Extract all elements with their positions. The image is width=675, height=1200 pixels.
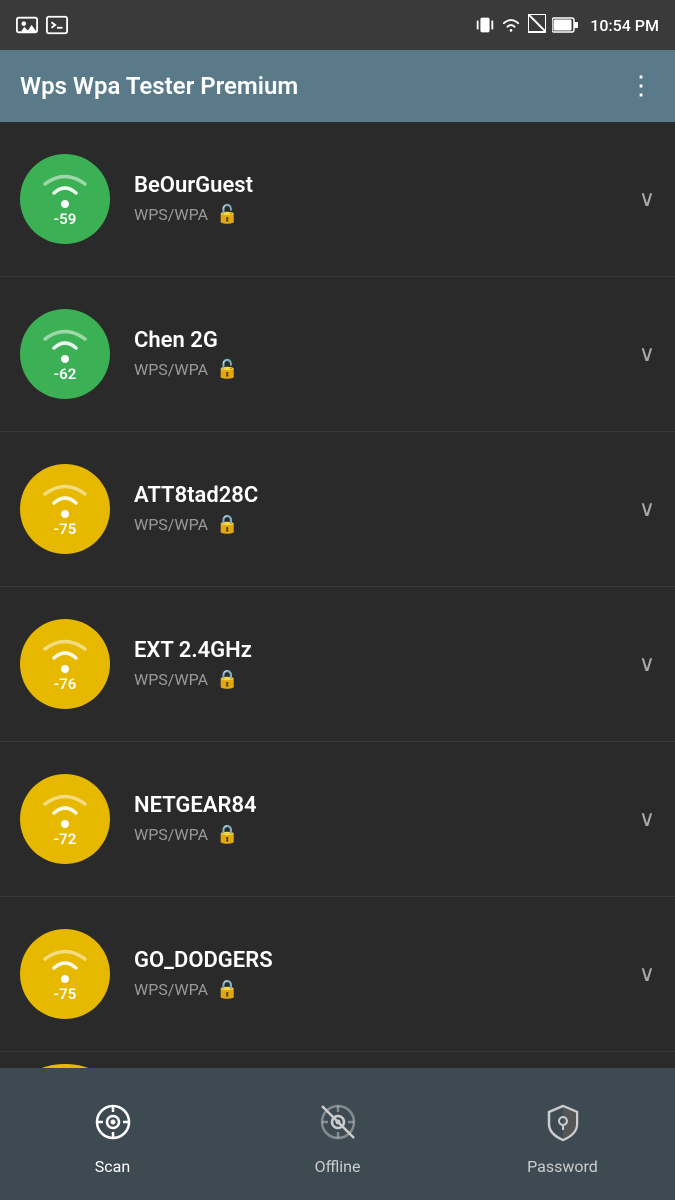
photo-icon bbox=[16, 14, 38, 36]
network-name: Chen 2G bbox=[134, 328, 629, 353]
expand-chevron[interactable]: ∨ bbox=[639, 187, 655, 212]
security-type: WPS/WPA bbox=[134, 515, 208, 534]
battery-icon bbox=[552, 17, 578, 33]
expand-chevron[interactable]: ∨ bbox=[639, 652, 655, 677]
expand-chevron[interactable]: ∨ bbox=[639, 807, 655, 832]
network-item[interactable]: -75 GO_DODGERS WPS/WPA 🔒 ∨ bbox=[0, 897, 675, 1052]
network-signal-indicator: -75 bbox=[20, 929, 110, 1019]
network-signal-indicator: -75 bbox=[20, 464, 110, 554]
wifi-icon bbox=[39, 321, 91, 365]
nav-scan[interactable]: Scan bbox=[0, 1092, 225, 1176]
lock-icon: 🔒 bbox=[216, 514, 238, 535]
network-type: WPS/WPA 🔒 bbox=[134, 979, 629, 1000]
bottom-navigation: Scan Offline Pas bbox=[0, 1068, 675, 1200]
network-list: -59 BeOurGuest WPS/WPA 🔓 ∨ -62 Chen 2G bbox=[0, 122, 675, 1132]
scan-icon bbox=[93, 1102, 133, 1151]
network-item[interactable]: -72 NETGEAR84 WPS/WPA 🔒 ∨ bbox=[0, 742, 675, 897]
signal-strength: -75 bbox=[54, 985, 77, 1003]
wifi-icon bbox=[39, 941, 91, 985]
nav-offline-label: Offline bbox=[315, 1157, 361, 1176]
status-bar: 10:54 PM bbox=[0, 0, 675, 50]
expand-chevron[interactable]: ∨ bbox=[639, 342, 655, 367]
security-type: WPS/WPA bbox=[134, 205, 208, 224]
network-type: WPS/WPA 🔓 bbox=[134, 359, 629, 380]
shield-icon bbox=[543, 1102, 583, 1142]
expand-chevron[interactable]: ∨ bbox=[639, 497, 655, 522]
nav-scan-label: Scan bbox=[95, 1157, 130, 1176]
more-options-button[interactable]: ⋮ bbox=[628, 71, 655, 101]
terminal-icon bbox=[46, 14, 68, 36]
wifi-status-icon bbox=[500, 16, 522, 34]
offline-wifi-icon bbox=[318, 1102, 358, 1142]
network-name: EXT 2.4GHz bbox=[134, 638, 629, 663]
network-item[interactable]: -62 Chen 2G WPS/WPA 🔓 ∨ bbox=[0, 277, 675, 432]
lock-icon: 🔒 bbox=[216, 979, 238, 1000]
network-item[interactable]: -76 EXT 2.4GHz WPS/WPA 🔒 ∨ bbox=[0, 587, 675, 742]
wifi-icon bbox=[39, 476, 91, 520]
network-item[interactable]: -59 BeOurGuest WPS/WPA 🔓 ∨ bbox=[0, 122, 675, 277]
network-info: GO_DODGERS WPS/WPA 🔒 bbox=[134, 948, 629, 1000]
app-title: Wps Wpa Tester Premium bbox=[20, 72, 628, 100]
network-name: BeOurGuest bbox=[134, 173, 629, 198]
network-signal-indicator: -62 bbox=[20, 309, 110, 399]
security-type: WPS/WPA bbox=[134, 360, 208, 379]
lock-icon: 🔒 bbox=[216, 669, 238, 690]
lock-icon: 🔒 bbox=[216, 824, 238, 845]
network-type: WPS/WPA 🔓 bbox=[134, 204, 629, 225]
signal-strength: -76 bbox=[54, 675, 77, 693]
wifi-icon bbox=[39, 631, 91, 675]
lock-icon: 🔓 bbox=[216, 359, 238, 380]
network-type: WPS/WPA 🔒 bbox=[134, 824, 629, 845]
network-name: NETGEAR84 bbox=[134, 793, 629, 818]
network-signal-indicator: -72 bbox=[20, 774, 110, 864]
wifi-icon bbox=[39, 166, 91, 210]
app-bar: Wps Wpa Tester Premium ⋮ bbox=[0, 50, 675, 122]
lock-icon: 🔓 bbox=[216, 204, 238, 225]
security-type: WPS/WPA bbox=[134, 825, 208, 844]
vibrate-icon bbox=[476, 14, 494, 36]
status-time: 10:54 PM bbox=[590, 16, 659, 35]
signal-strength: -75 bbox=[54, 520, 77, 538]
network-signal-indicator: -76 bbox=[20, 619, 110, 709]
network-signal-indicator: -59 bbox=[20, 154, 110, 244]
signal-strength: -72 bbox=[54, 830, 77, 848]
network-info: NETGEAR84 WPS/WPA 🔒 bbox=[134, 793, 629, 845]
network-name: GO_DODGERS bbox=[134, 948, 629, 973]
signal-strength: -62 bbox=[54, 365, 77, 383]
network-info: EXT 2.4GHz WPS/WPA 🔒 bbox=[134, 638, 629, 690]
network-item[interactable]: -75 ATT8tad28C WPS/WPA 🔒 ∨ bbox=[0, 432, 675, 587]
no-signal-icon bbox=[528, 14, 546, 36]
network-type: WPS/WPA 🔒 bbox=[134, 514, 629, 535]
network-name: ATT8tad28C bbox=[134, 483, 629, 508]
nav-offline[interactable]: Offline bbox=[225, 1092, 450, 1176]
status-icons: 10:54 PM bbox=[476, 14, 659, 36]
wifi-icon bbox=[39, 786, 91, 830]
security-type: WPS/WPA bbox=[134, 670, 208, 689]
network-info: BeOurGuest WPS/WPA 🔓 bbox=[134, 173, 629, 225]
password-icon bbox=[543, 1102, 583, 1151]
nav-password[interactable]: Password bbox=[450, 1092, 675, 1176]
expand-chevron[interactable]: ∨ bbox=[639, 962, 655, 987]
network-type: WPS/WPA 🔒 bbox=[134, 669, 629, 690]
scan-wifi-icon bbox=[93, 1102, 133, 1142]
network-info: Chen 2G WPS/WPA 🔓 bbox=[134, 328, 629, 380]
offline-icon bbox=[318, 1102, 358, 1151]
signal-strength: -59 bbox=[54, 210, 77, 228]
nav-password-label: Password bbox=[527, 1157, 598, 1176]
network-info: ATT8tad28C WPS/WPA 🔒 bbox=[134, 483, 629, 535]
security-type: WPS/WPA bbox=[134, 980, 208, 999]
